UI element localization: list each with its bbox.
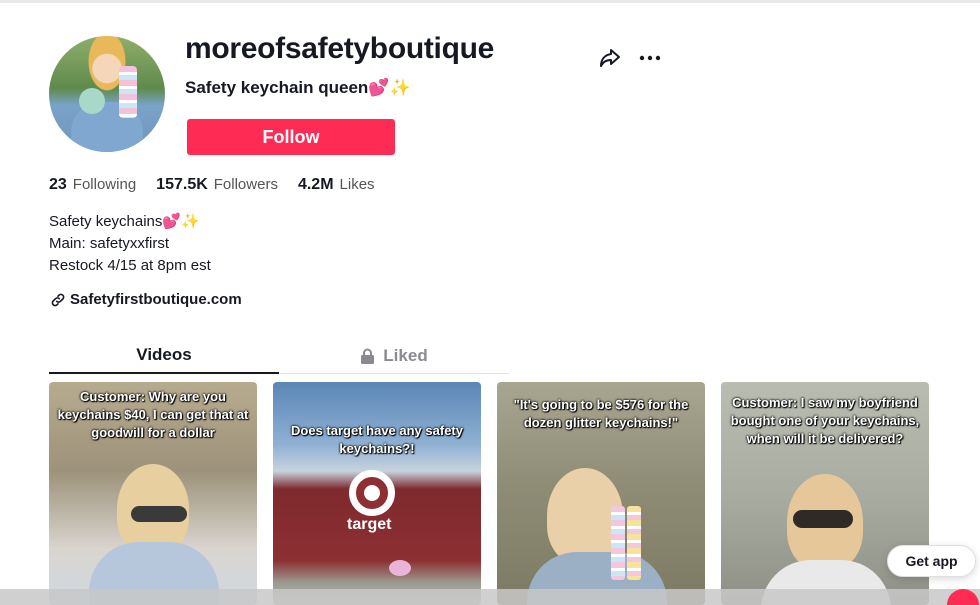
following-stat[interactable]: 23 Following: [49, 176, 136, 194]
profile-tabs: Videos Liked: [49, 338, 509, 374]
likes-label: Likes: [339, 176, 375, 193]
bio-line-2: Main: safetyxxfirst: [49, 235, 170, 252]
followers-stat[interactable]: 157.5K Followers: [156, 176, 278, 194]
more-button[interactable]: [636, 44, 664, 72]
sunglasses-icon: [793, 510, 853, 528]
followers-count: 157.5K: [156, 176, 208, 193]
tab-videos[interactable]: Videos: [49, 338, 279, 374]
more-icon: [639, 55, 661, 61]
likes-count: 4.2M: [297, 176, 334, 193]
target-sign-text: target: [347, 516, 392, 533]
tab-liked-label: Liked: [383, 346, 428, 365]
avatar[interactable]: [49, 36, 165, 152]
avatar-keychain: [119, 66, 137, 118]
plush-toy: [389, 560, 411, 576]
bio-line-3: Restock 4/15 at 8pm est: [49, 257, 211, 274]
video-caption: Customer: I saw my boyfriend bought one …: [730, 395, 920, 446]
following-count: 23: [49, 176, 67, 193]
target-logo-icon: [349, 470, 395, 516]
video-caption: Does target have any safety keychains?!: [291, 423, 463, 456]
bio: Safety keychains💕✨ Main: safetyxxfirst R…: [49, 211, 211, 277]
video-card[interactable]: "It's going to be $576 for the dozen gli…: [497, 382, 705, 605]
tab-liked[interactable]: Liked: [279, 338, 509, 374]
video-card[interactable]: Customer: Why are you keychains $40, I c…: [49, 382, 257, 605]
get-app-button[interactable]: Get app: [887, 545, 976, 577]
stats-row: 23 Following 157.5K Followers 4.2M Likes: [49, 176, 375, 194]
share-icon: [600, 49, 620, 67]
following-label: Following: [72, 176, 137, 193]
lock-icon: [361, 348, 375, 364]
sunglasses-icon: [131, 506, 187, 522]
top-border: [0, 0, 980, 3]
followers-label: Followers: [213, 176, 278, 193]
likes-stat: 4.2M Likes: [298, 176, 375, 194]
share-button[interactable]: [596, 44, 624, 72]
keychain-icon: [627, 506, 641, 580]
video-card[interactable]: target Does target have any safety keych…: [273, 382, 481, 605]
bio-line-1: Safety keychains💕✨: [49, 213, 200, 230]
bio-link[interactable]: Safetyfirstboutique.com: [50, 291, 242, 308]
video-caption: Customer: Why are you keychains $40, I c…: [57, 389, 249, 440]
keychain-icon: [611, 506, 625, 580]
link-icon: [51, 293, 65, 306]
bio-link-text: Safetyfirstboutique.com: [70, 291, 242, 308]
profile-subtitle: Safety keychain queen💕✨: [185, 78, 411, 97]
username: moreofsafetyboutique: [185, 32, 495, 65]
video-caption: "It's going to be $576 for the dozen gli…: [513, 397, 689, 430]
video-grid: Customer: Why are you keychains $40, I c…: [49, 382, 929, 605]
follow-button[interactable]: Follow: [187, 119, 395, 155]
bottom-bar: [0, 589, 980, 605]
avatar-keychain-ball: [79, 88, 105, 114]
